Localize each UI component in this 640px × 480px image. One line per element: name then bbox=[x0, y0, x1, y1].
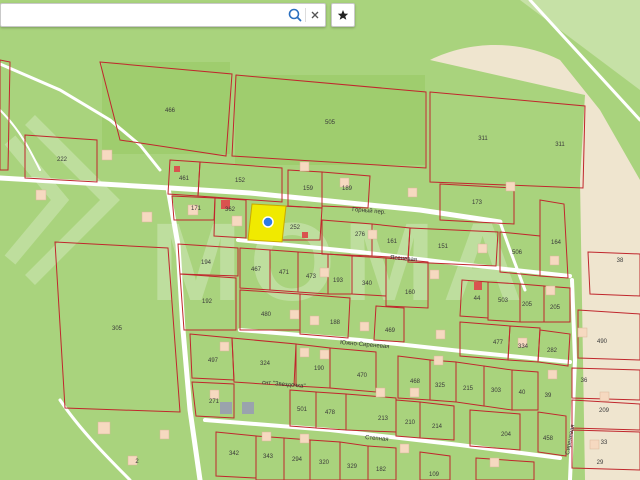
parcel-label: 294 bbox=[292, 457, 303, 463]
parcel-label: 461 bbox=[179, 176, 190, 182]
parcel-label: 325 bbox=[435, 383, 446, 389]
parcel-label: 173 bbox=[472, 200, 483, 206]
parcel-label: 190 bbox=[314, 366, 325, 372]
parcel-label: 458 bbox=[543, 436, 554, 442]
parcel-label: 282 bbox=[547, 348, 558, 354]
parcel-label: 44 bbox=[474, 296, 481, 302]
parcel-label: 205 bbox=[550, 305, 561, 311]
parcel-label: 506 bbox=[512, 250, 523, 256]
parcel-label: 209 bbox=[599, 408, 610, 414]
parcel-label: 311 bbox=[555, 142, 565, 148]
parcel-label: 276 bbox=[355, 232, 366, 238]
parcel-label: 109 bbox=[429, 472, 440, 478]
parcel-label: 470 bbox=[357, 373, 368, 379]
parcel-label: 466 bbox=[165, 108, 176, 114]
parcel-label: 469 bbox=[385, 328, 396, 334]
parcel-label: 473 bbox=[306, 274, 317, 280]
parcel-label: 480 bbox=[261, 312, 272, 318]
star-icon bbox=[337, 10, 349, 20]
parcel-label: 33 bbox=[601, 440, 608, 446]
parcel-label: 188 bbox=[330, 320, 341, 326]
parcel-label: 305 bbox=[112, 326, 123, 332]
parcel-label: 303 bbox=[491, 388, 502, 394]
parcel-label: 38 bbox=[617, 258, 624, 264]
parcel-label: 497 bbox=[208, 358, 219, 364]
parcel-label: 477 bbox=[493, 340, 504, 346]
parcel-label: 468 bbox=[410, 379, 421, 385]
search-icon[interactable] bbox=[285, 5, 305, 25]
parcel-label: 343 bbox=[263, 454, 274, 460]
parcel-label: 159 bbox=[303, 186, 314, 192]
parcel-label: 189 bbox=[342, 186, 353, 192]
parcel-label: 222 bbox=[57, 157, 68, 163]
parcel-label: 324 bbox=[260, 361, 271, 367]
search-bar bbox=[0, 3, 326, 27]
parcel-label: 151 bbox=[438, 244, 449, 250]
parcel-label: 471 bbox=[279, 270, 290, 276]
parcel-label: 161 bbox=[387, 239, 398, 245]
parcel-label: 160 bbox=[405, 290, 416, 296]
parcel-label: 503 bbox=[498, 298, 509, 304]
parcel-label: 193 bbox=[333, 278, 344, 284]
parcel-label: 205 bbox=[522, 302, 533, 308]
parcel-label: 362 bbox=[225, 207, 236, 213]
parcel-label: 501 bbox=[297, 407, 308, 413]
cadastral-map[interactable]: MOMA 466 505 311 311 222 461 152 159 189… bbox=[0, 0, 640, 480]
favorite-button[interactable] bbox=[331, 3, 355, 27]
parcel-label: 192 bbox=[202, 299, 213, 305]
parcel-label: 214 bbox=[432, 424, 443, 430]
parcel-label: 320 bbox=[319, 460, 330, 466]
parcel-label: 311 bbox=[478, 136, 488, 142]
parcel-label: 194 bbox=[201, 260, 212, 266]
parcel-label: 152 bbox=[235, 178, 246, 184]
parcel-label: 182 bbox=[376, 467, 387, 473]
parcel-label: 215 bbox=[463, 386, 474, 392]
search-input[interactable] bbox=[7, 6, 281, 24]
parcel-label: 210 bbox=[405, 420, 416, 426]
close-icon[interactable] bbox=[305, 5, 325, 25]
parcel-label: 478 bbox=[325, 410, 336, 416]
parcel-label: 39 bbox=[545, 393, 552, 399]
parcel-label: 467 bbox=[251, 267, 262, 273]
parcel-label: 505 bbox=[325, 120, 336, 126]
parcel-label: 171 bbox=[191, 206, 202, 212]
location-marker-icon[interactable] bbox=[262, 216, 274, 228]
parcel-label: 340 bbox=[362, 281, 373, 287]
parcel-label: 40 bbox=[519, 390, 526, 396]
parcel-label: 329 bbox=[347, 464, 358, 470]
parcel-label: 334 bbox=[518, 344, 529, 350]
parcel-label: 204 bbox=[501, 432, 512, 438]
parcel-label: 342 bbox=[229, 451, 240, 457]
parcel-label: 36 bbox=[581, 378, 588, 384]
parcel-label: 213 bbox=[378, 416, 389, 422]
parcel-label: 271 bbox=[209, 399, 220, 405]
parcel-label: 252 bbox=[290, 225, 301, 231]
parcel-label: 29 bbox=[597, 460, 604, 466]
parcel-label: 490 bbox=[597, 339, 608, 345]
parcel-label: 164 bbox=[551, 240, 562, 246]
